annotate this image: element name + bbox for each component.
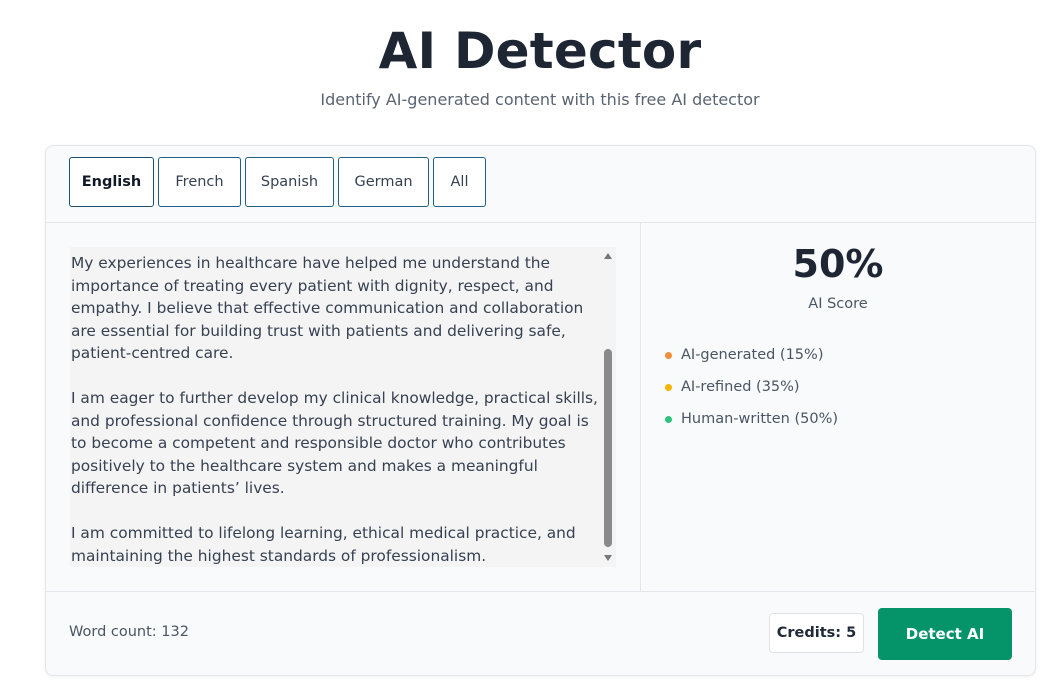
language-tabs: English French Spanish German All [69,157,486,209]
legend-label: Human-written (50%) [681,411,839,427]
legend-label: AI-generated (15%) [681,347,824,363]
legend-item-ai-refined: AI-refined (35%) [665,371,995,403]
score-breakdown: AI-generated (15%) AI-refined (35%) Huma… [665,339,995,435]
text-input-area[interactable]: My experiences in healthcare have helped… [70,247,616,567]
scroll-up-arrow-icon[interactable] [604,253,612,259]
text-paragraph: I am eager to further develop my clinica… [71,389,598,497]
scroll-thumb[interactable] [604,349,612,547]
word-count: Word count: 132 [69,624,189,640]
ai-score-label: AI Score [808,296,868,312]
legend-item-ai-generated: AI-generated (15%) [665,339,995,371]
divider-bottom [46,591,1035,592]
legend-label: AI-refined (35%) [681,379,800,395]
tab-all[interactable]: All [433,157,486,207]
tab-spanish[interactable]: Spanish [245,157,334,207]
credits-badge[interactable]: Credits: 5 [769,613,864,653]
page-title: AI Detector [378,22,702,80]
text-scrollbar[interactable] [600,247,616,567]
ai-detector-page: AI Detector Identify AI-generated conten… [0,0,1044,693]
detect-ai-button[interactable]: Detect AI [878,608,1012,660]
text-paragraph: I am committed to lifelong learning, eth… [71,524,576,565]
scroll-down-arrow-icon[interactable] [604,555,612,561]
detector-card: English French Spanish German All My exp… [45,145,1036,676]
green-dot-icon [665,415,672,423]
divider-top [46,222,1035,223]
text-paragraph: My experiences in healthcare have helped… [71,254,584,362]
orange-dot-icon [665,351,672,359]
tab-german[interactable]: German [338,157,429,207]
tab-english[interactable]: English [69,157,154,207]
tab-french[interactable]: French [158,157,241,207]
page-subtitle: Identify AI-generated content with this … [320,90,760,109]
yellow-dot-icon [665,383,672,391]
ai-score-value: 50% [792,242,884,286]
legend-item-human-written: Human-written (50%) [665,403,995,435]
